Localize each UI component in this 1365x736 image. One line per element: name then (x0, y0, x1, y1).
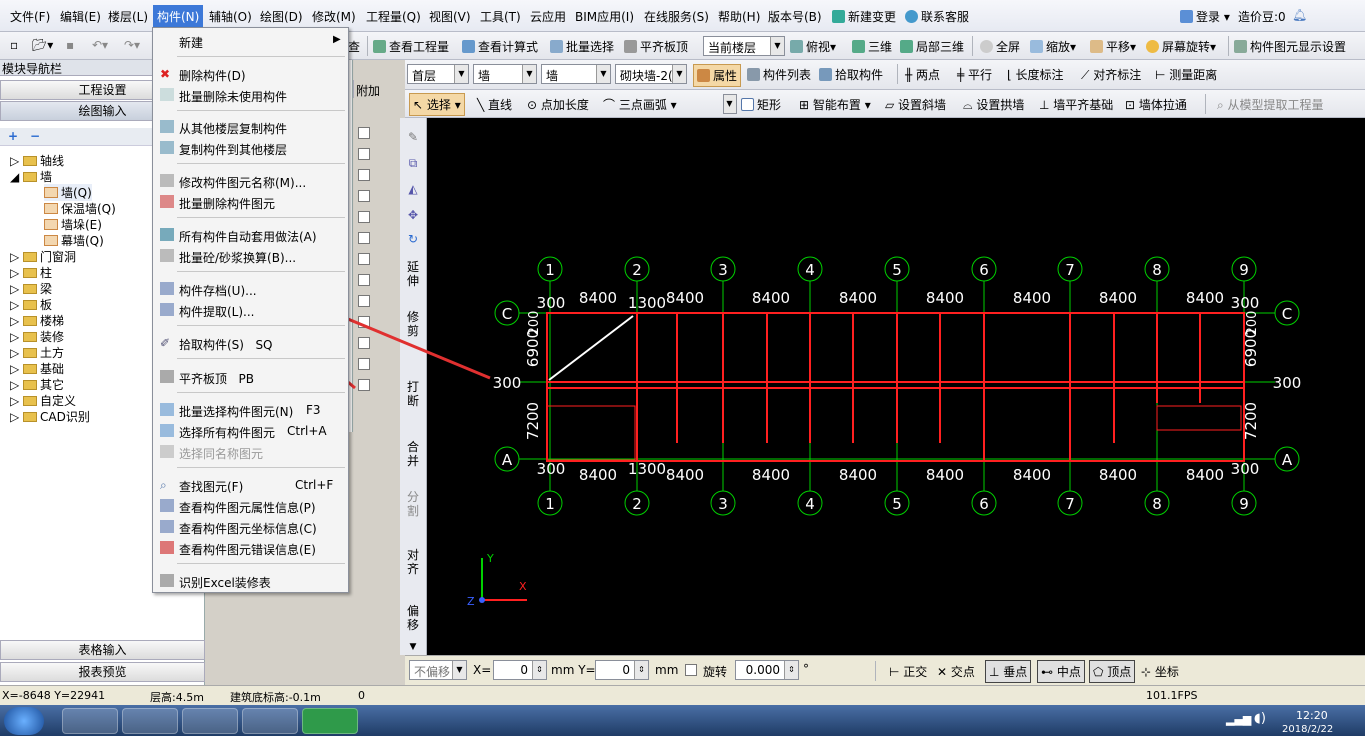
menu-item-auto-method[interactable]: 所有构件自动套用做法(A) (179, 228, 317, 245)
spinner-icon: ⇕ (532, 661, 546, 679)
taskbar-app-folder-icon[interactable] (242, 708, 298, 734)
rotate-input[interactable]: 0.000 ⇕ (735, 660, 799, 680)
menu-item-archive[interactable]: 构件存档(U)... (179, 282, 257, 299)
snap-statusbar: 不偏移 ▼ X= 0 ⇕ mm Y= 0 ⇕ mm 旋转 0.000 ⇕ ° ⊢ 正交 … (405, 655, 1365, 685)
archive-icon (160, 282, 174, 295)
floor-height: 层高:4.5m (150, 691, 204, 704)
y-label: mm Y= (551, 663, 596, 677)
menu-item-find[interactable]: 查找图元(F) (179, 478, 243, 495)
volume-icon[interactable]: ◖) (1254, 711, 1266, 726)
menu-item-view-properties[interactable]: 查看构件图元属性信息(P) (179, 499, 316, 516)
clock-date: 2018/2/22 (1282, 724, 1334, 735)
menu-item-new[interactable]: 新建 (179, 34, 203, 51)
menu-item-select-all[interactable]: 选择所有构件图元 (179, 424, 275, 441)
taskbar-app-player-icon[interactable] (182, 708, 238, 734)
menu-item-concrete-convert[interactable]: 批量砼/砂浆换算(B)... (179, 249, 296, 266)
batch-delete-elements-icon (160, 195, 174, 208)
component-menu: 新建 ▶ ✖ 删除构件(D) 批量删除未使用构件 从其他楼层复制构件 复制构件到… (152, 27, 349, 593)
fps-readout: 101.1FPS (1146, 689, 1198, 702)
ortho-icon: ⊢ (889, 665, 904, 679)
batch-select-icon (160, 403, 174, 416)
perpendicular-icon: ⊥ (989, 665, 1004, 679)
menu-item-copy-to-floor[interactable]: 复制构件到其他楼层 (179, 141, 287, 158)
perpendicular-button[interactable]: ⊥ 垂点 (985, 660, 1032, 683)
menu-item-batch-delete-elements[interactable]: 批量删除构件图元 (179, 195, 275, 212)
start-button[interactable] (4, 707, 44, 735)
shortcut-ctrl-a: Ctrl+A (287, 424, 327, 438)
taskbar-app-bird-icon[interactable] (62, 708, 118, 734)
binoculars-icon: ⌕ (160, 478, 167, 492)
menu-item-align-slab[interactable]: 平齐板顶 PB (179, 370, 254, 387)
rotate-label: 旋转 (703, 665, 728, 679)
offset-select[interactable]: 不偏移 ▼ (409, 660, 467, 680)
status-zero: 0 (358, 689, 365, 702)
menu-item-pick[interactable]: 拾取构件(S) SQ (179, 336, 273, 353)
align-slab-icon (160, 370, 174, 383)
select-same-name-icon (160, 445, 174, 458)
info-coords-icon (160, 520, 174, 533)
coordinate-icon: ⊹ (1141, 665, 1155, 679)
extract-component-icon (160, 303, 174, 316)
auto-method-icon (160, 228, 174, 241)
coordinate-button[interactable]: ⊹ 坐标 (1141, 663, 1179, 680)
network-icon[interactable]: ▂▄▆ (1226, 713, 1251, 726)
menu-item-batch-select[interactable]: 批量选择构件图元(N) (179, 403, 293, 420)
menu-item-batch-delete-unused[interactable]: 批量删除未使用构件 (179, 88, 287, 105)
select-all-icon (160, 424, 174, 437)
pick-component-icon: ✐ (160, 336, 171, 350)
menu-item-extract[interactable]: 构件提取(L)... (179, 303, 255, 320)
delete-icon: ✖ (160, 67, 171, 81)
menu-item-view-errors[interactable]: 查看构件图元错误信息(E) (179, 541, 316, 558)
midpoint-button[interactable]: ⊷ 中点 (1037, 660, 1085, 683)
degree-label: ° (803, 662, 809, 676)
y-input[interactable]: 0 ⇕ (595, 660, 649, 680)
menu-item-excel[interactable]: 识别Excel装修表 (179, 574, 271, 591)
info-errors-icon (160, 541, 174, 554)
vertex-button[interactable]: ⬠ 顶点 (1089, 660, 1136, 683)
cursor-coords: X=-8648 Y=22941 (2, 689, 106, 702)
spinner-icon: ⇕ (784, 661, 798, 679)
taskbar-app-glodon-icon[interactable] (302, 708, 358, 734)
x-label: X= (473, 663, 492, 677)
menu-item-select-same-name[interactable]: 选择同名称图元 (179, 445, 263, 462)
menu-item-copy-from-floor[interactable]: 从其他楼层复制构件 (179, 120, 287, 137)
submenu-arrow-icon: ▶ (333, 34, 341, 45)
shortcut-ctrl-f: Ctrl+F (295, 478, 334, 492)
menu-item-view-coords[interactable]: 查看构件图元坐标信息(C) (179, 520, 317, 537)
ortho-button[interactable]: ⊢ 正交 (889, 663, 927, 680)
copy-from-floor-icon (160, 120, 174, 133)
copy-to-floor-icon (160, 141, 174, 154)
windows-taskbar: 12:20 2018/2/22 ▂▄▆ ◖) (0, 705, 1365, 736)
rotate-checkbox[interactable] (685, 664, 697, 676)
spinner-icon: ⇕ (634, 661, 648, 679)
vertex-icon: ⬠ (1093, 665, 1108, 679)
chevron-down-icon: ▼ (452, 661, 466, 679)
rename-icon (160, 174, 174, 187)
taskbar-app-browser-icon[interactable] (122, 708, 178, 734)
x-input[interactable]: 0 ⇕ (493, 660, 547, 680)
intersect-button[interactable]: ✕ 交点 (937, 663, 975, 680)
base-elevation: 建筑底标高:-0.1m (230, 691, 321, 704)
menu-item-delete[interactable]: 删除构件(D) (179, 67, 246, 84)
info-properties-icon (160, 499, 174, 512)
intersect-icon: ✕ (937, 665, 951, 679)
batch-delete-icon (160, 88, 174, 101)
midpoint-icon: ⊷ (1041, 665, 1057, 679)
concrete-convert-icon (160, 249, 174, 262)
mm-label: mm (655, 663, 679, 677)
clock-time: 12:20 (1296, 709, 1328, 722)
excel-icon (160, 574, 174, 587)
shortcut-f3: F3 (306, 403, 321, 417)
menu-item-rename[interactable]: 修改构件图元名称(M)... (179, 174, 306, 191)
coordinate-bar: X=-8648 Y=22941 层高:4.5m 建筑底标高:-0.1m 0 10… (0, 685, 1365, 705)
